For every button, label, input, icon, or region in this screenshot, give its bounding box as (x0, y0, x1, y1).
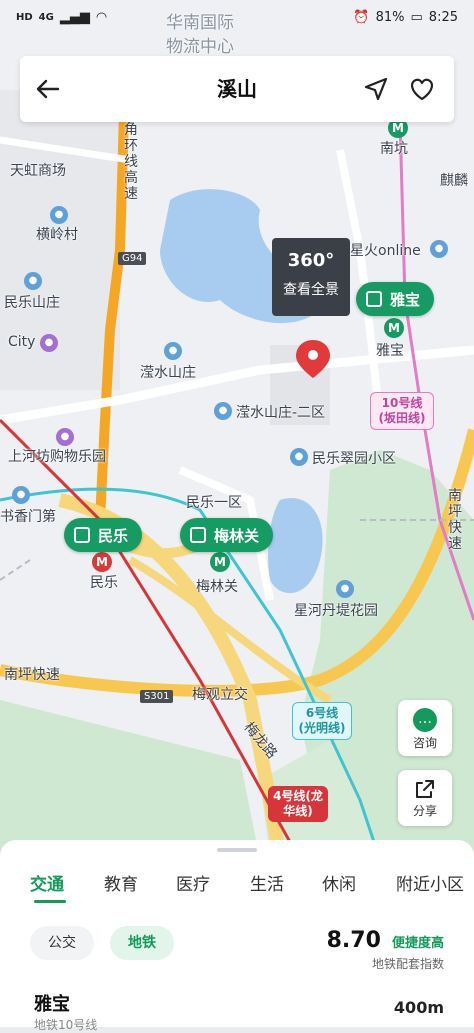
map-label-huanan-2: 物流中心 (166, 37, 234, 57)
filter-bus[interactable]: 公交 (30, 926, 94, 960)
panorama-label: 查看全景 (283, 282, 339, 298)
metro-line-10-tag: 10号线(坂田线) (370, 392, 434, 430)
score-value: 8.70 (326, 928, 381, 953)
map-label-xinghuo: 星火online (350, 243, 421, 259)
panorama-card[interactable]: 360° 查看全景 (272, 238, 350, 316)
metro-station-icon[interactable]: M (92, 552, 112, 572)
heart-icon[interactable] (406, 73, 438, 105)
bus-stop-label: 梅林关 (214, 526, 260, 545)
poi-icon: ● (24, 272, 42, 290)
score-label: 地铁配套指数 (371, 957, 444, 971)
tab-transport[interactable]: 交通 (30, 870, 64, 895)
top-bar: 溪山 (20, 56, 454, 122)
poi-icon: ● (50, 206, 68, 224)
share-button[interactable]: 分享 (398, 770, 452, 826)
map-label-nanping-left: 南坪快速 (4, 667, 60, 683)
map-label-jiaohuan: 角环线高速 (124, 122, 138, 202)
map-label-xinghe: 星河丹堤花园 (294, 603, 378, 619)
poi-icon: ● (336, 580, 354, 598)
shopping-poi-icon: ● (56, 428, 74, 446)
panorama-badge: 360° (287, 250, 335, 271)
map-label-tianhong: 天虹商场 (10, 163, 66, 179)
consult-label: 咨询 (412, 736, 437, 750)
map-label-yingshui: 滢水山庄 (140, 365, 196, 381)
map-label-nanping-right: 南坪快速 (448, 488, 462, 552)
bus-stop-label: 雅宝 (390, 290, 421, 309)
score-tag: 便捷度高 (391, 936, 444, 951)
share-label: 分享 (412, 804, 437, 818)
bus-icon (74, 527, 90, 543)
map-label-henglingcun: 横岭村 (36, 227, 78, 243)
tab-nearby-communities[interactable]: 附近小区 (396, 870, 464, 895)
station-distance: 400m (393, 998, 444, 1017)
tab-medical[interactable]: 医疗 (176, 870, 210, 895)
metro-line-4-tag: 4号线(龙华线) (268, 786, 328, 822)
metro-station-icon[interactable]: M (210, 552, 230, 572)
alarm-icon: ⏰ (353, 9, 370, 25)
wifi-icon: ◠ (95, 9, 108, 25)
metro-score: 8.70 便捷度高 地铁配套指数 (327, 928, 444, 972)
road-tag-s301: S301 (140, 690, 174, 703)
filter-metro[interactable]: 地铁 (110, 926, 174, 960)
status-bar: HD 4G ▂▄▆ ◠ ⏰ 81% ▭ 8:25 (0, 0, 474, 34)
poi-icon: ● (214, 402, 232, 420)
network-type: HD (16, 11, 33, 23)
bus-icon (190, 527, 206, 543)
poi-icon: ● (290, 448, 308, 466)
metro-line-6-tag: 6号线(光明线) (292, 702, 352, 740)
map-label-yingshui-2: 滢水山庄-二区 (236, 405, 326, 421)
consult-button[interactable]: … 咨询 (398, 700, 452, 756)
poi-icon: ● (430, 240, 448, 258)
tab-education[interactable]: 教育 (104, 870, 138, 895)
clock: 8:25 (428, 9, 458, 25)
map-label-minle-metro: 民乐 (90, 575, 118, 591)
map-label-nankeng: 南坑 (380, 141, 408, 157)
map-label-shuxiang: 书香门第 (0, 509, 56, 525)
map-label-minleshanzhuang: 民乐山庄 (4, 295, 60, 311)
signal-type: 4G (38, 11, 54, 23)
bus-stop-label: 民乐 (98, 526, 129, 545)
map-label-shanghefang: 上河坊购物乐园 (8, 449, 106, 465)
tab-life[interactable]: 生活 (250, 870, 284, 895)
map-label-yabao-metro: 雅宝 (376, 343, 404, 359)
category-tabs: 交通 教育 医疗 生活 休闲 附近小区 (0, 870, 474, 904)
map-label-minleyiqu: 民乐一区 (186, 495, 242, 511)
metro-station-icon[interactable]: M (384, 318, 404, 338)
chat-icon: … (413, 708, 437, 732)
bus-stop-minle[interactable]: 民乐 (64, 518, 143, 552)
bus-stop-yabao[interactable]: 雅宝 (356, 282, 435, 316)
poi-icon: ● (164, 342, 182, 360)
bus-icon (366, 291, 382, 307)
map-label-qilin: 麒麟 (440, 173, 468, 189)
navigate-icon[interactable] (360, 73, 392, 105)
signal-icon: ▂▄▆ (59, 9, 90, 25)
battery-icon: ▭ (410, 9, 423, 25)
road-tag-g94: G94 (118, 252, 147, 265)
shopping-poi-icon: ● (40, 334, 58, 352)
tab-leisure[interactable]: 休闲 (322, 870, 356, 895)
station-name[interactable]: 雅宝 (34, 990, 70, 1016)
sheet-handle[interactable] (217, 848, 257, 852)
bus-stop-meilinguan[interactable]: 梅林关 (180, 518, 274, 552)
share-icon (416, 780, 434, 798)
map-label-meilinguan-metro: 梅林关 (196, 579, 238, 595)
poi-icon: ● (12, 486, 30, 504)
map-label-minlecuiyuan: 民乐翠园小区 (312, 451, 396, 467)
station-line: 地铁10号线 (34, 1018, 98, 1032)
map-label-meiguan: 梅观立交 (192, 687, 248, 703)
battery-percent: 81% (375, 9, 405, 25)
map-label-city: City (8, 334, 36, 350)
active-tab-indicator (34, 900, 66, 903)
bottom-sheet[interactable]: 交通 教育 医疗 生活 休闲 附近小区 公交 地铁 8.70 便捷度高 地铁配套… (0, 840, 474, 1032)
